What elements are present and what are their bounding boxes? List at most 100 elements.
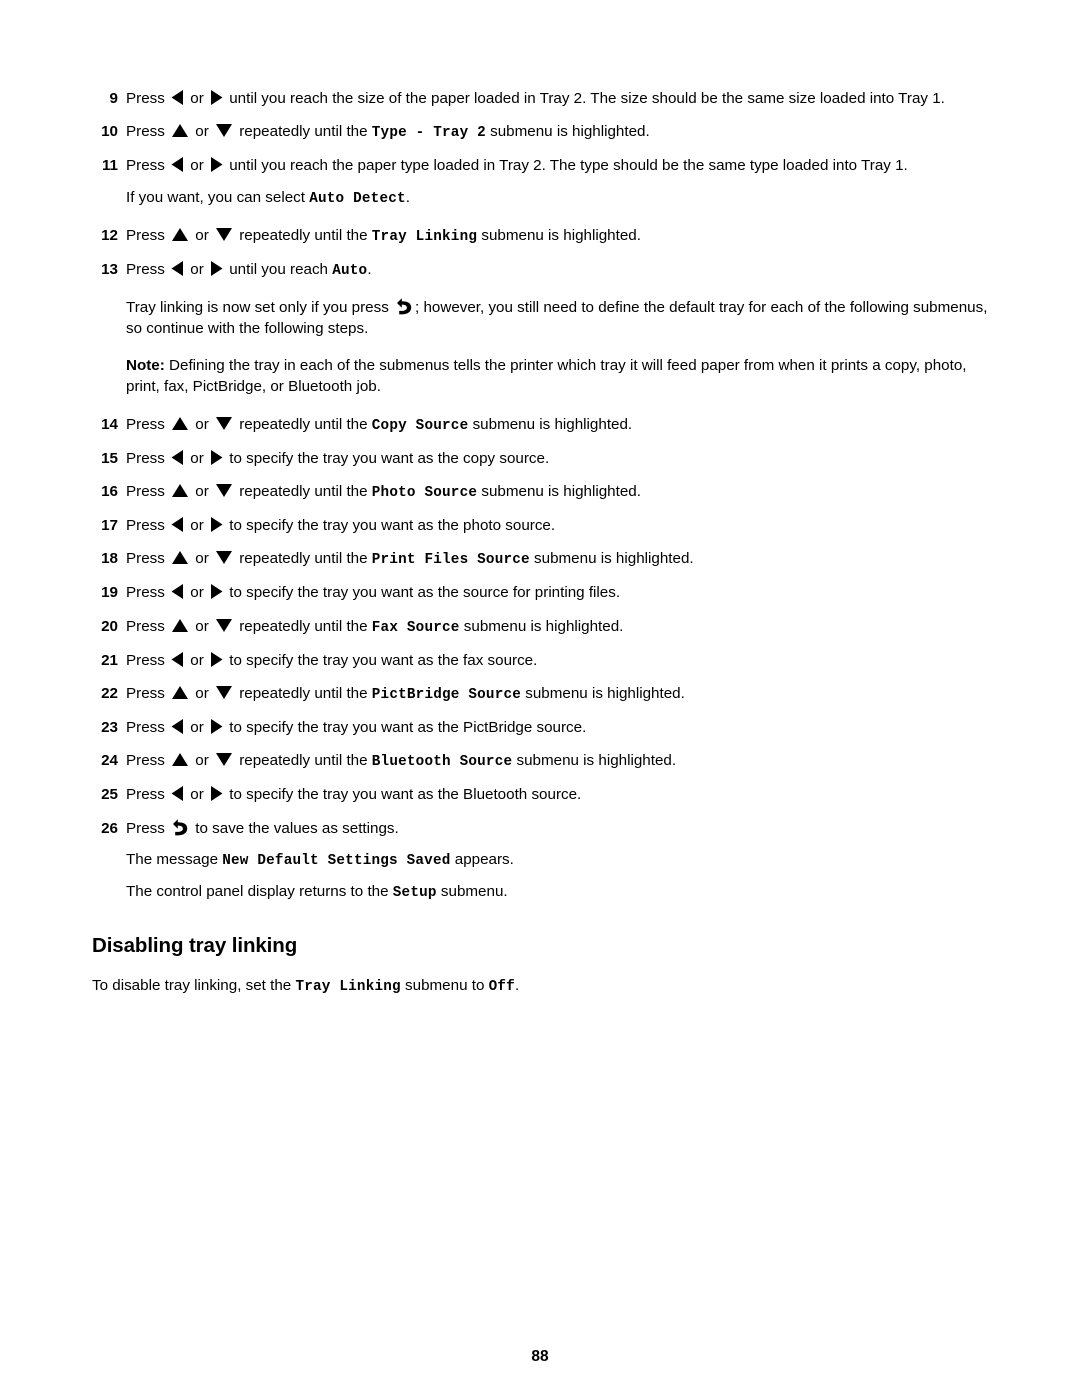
- right-arrow-icon: [209, 155, 224, 174]
- step-text-part: submenu is highlighted.: [468, 415, 633, 433]
- step-text-part: to specify the tray you want as the phot…: [225, 517, 556, 535]
- step-text-part: .: [367, 260, 372, 278]
- up-arrow-icon: [171, 481, 189, 500]
- step-text-part: to specify the tray you want as the Blue…: [225, 786, 582, 804]
- paragraph-text-part: The control panel display returns to the: [126, 882, 393, 900]
- step-item: 20 Press or repeatedly until the Fax Sour…: [92, 616, 998, 638]
- step-number: 22: [101, 684, 118, 702]
- page-number-footer: 88: [531, 1348, 549, 1365]
- up-arrow-icon: [171, 225, 189, 244]
- paragraph-text-part: To disable tray linking, set the: [92, 977, 296, 995]
- down-arrow-icon: [215, 548, 233, 567]
- step-number: 18: [101, 550, 118, 568]
- step-item: 13 Press or until you reach Auto.: [92, 259, 998, 281]
- left-arrow-icon: [170, 650, 185, 669]
- step-or-text: or: [186, 718, 208, 736]
- step-text-part: to specify the tray you want as the Pict…: [225, 718, 587, 736]
- up-arrow-icon: [171, 616, 189, 635]
- step-or-text: or: [186, 157, 208, 175]
- right-arrow-icon: [209, 448, 224, 467]
- step-item: 22 Press or repeatedly until the PictBrid…: [92, 683, 998, 705]
- paragraph-text-part: submenu to: [400, 977, 489, 995]
- step-number: 14: [101, 415, 118, 433]
- paragraph-text-part: .: [405, 188, 411, 206]
- auto-detect-paragraph: If you want, you can select Auto Detect.: [92, 187, 998, 209]
- step-text-part: Press: [126, 786, 170, 804]
- step-number: 12: [101, 226, 118, 244]
- step-text-part: Press: [126, 90, 170, 107]
- up-arrow-icon: [171, 548, 189, 567]
- left-arrow-icon: [170, 582, 185, 601]
- step-text-part: submenu is highlighted.: [459, 617, 624, 635]
- left-arrow-icon: [170, 784, 185, 803]
- step-text-part: Press: [126, 752, 170, 770]
- step-item: 11 Press or until you reach the paper typ…: [92, 155, 998, 176]
- step-text-part: Press: [126, 123, 170, 141]
- ui-string: PictBridge Source: [371, 686, 522, 703]
- control-panel-paragraph: The control panel display returns to the…: [92, 881, 998, 903]
- step-text-part: Press: [126, 617, 170, 635]
- ui-string: Tray Linking: [371, 228, 478, 245]
- step-item: 15 Press or to specify the tray you want …: [92, 448, 998, 469]
- step-or-text: or: [186, 517, 208, 535]
- right-arrow-icon: [209, 88, 224, 107]
- section-heading-block: Disabling tray linking To disable tray l…: [92, 933, 998, 998]
- step-or-text: or: [186, 449, 208, 467]
- step-text-part: repeatedly until the: [235, 684, 372, 702]
- step-item: 19 Press or to specify the tray you want …: [92, 582, 998, 603]
- step-or-text: or: [191, 684, 213, 702]
- step-item: 25 Press or to specify the tray you want …: [92, 784, 998, 805]
- right-arrow-icon: [209, 515, 224, 534]
- step-item: 17 Press or to specify the tray you want …: [92, 515, 998, 536]
- note-label: Note:: [126, 357, 165, 375]
- paragraph-text-part: The message: [126, 850, 223, 868]
- right-arrow-icon: [209, 784, 224, 803]
- step-text-part: Press: [126, 415, 170, 433]
- step-number: 10: [101, 123, 118, 141]
- step-number: 20: [101, 617, 118, 635]
- step-item: 12 Press or repeatedly until the Tray Lin…: [92, 225, 998, 247]
- step-or-text: or: [191, 483, 213, 501]
- step-number: 25: [101, 786, 118, 804]
- step-item: 21 Press or to specify the tray you want …: [92, 650, 998, 671]
- step-or-text: or: [191, 752, 213, 770]
- step-item: 26 Press to save the values as settings.: [92, 818, 998, 839]
- step-text-part: submenu is highlighted.: [477, 483, 641, 501]
- step-text-part: Press: [126, 449, 170, 467]
- right-arrow-icon: [209, 650, 224, 669]
- left-arrow-icon: [170, 448, 185, 467]
- ui-string: Auto Detect: [309, 190, 406, 207]
- down-arrow-icon: [215, 683, 233, 702]
- step-text-part: to specify the tray you want as the sour…: [225, 584, 621, 602]
- step-text-part: until you reach the paper type loaded in…: [225, 157, 908, 175]
- step-text-part: repeatedly until the: [235, 226, 372, 244]
- step-text-part: repeatedly until the: [235, 483, 372, 501]
- step-text-part: Press: [126, 718, 170, 736]
- right-arrow-icon: [209, 582, 224, 601]
- step-text-part: submenu is highlighted.: [477, 226, 641, 244]
- step-item: 10 Press or repeatedly until the Type - T…: [92, 121, 998, 143]
- step-item: 9 Press or until you reach the size of th…: [92, 88, 998, 109]
- paragraph-text-part: Tray linking is now set only if you pres…: [126, 298, 394, 316]
- step-item: 24 Press or repeatedly until the Bluetoot…: [92, 750, 998, 772]
- step-number: 15: [101, 449, 118, 467]
- step-text-part: Press: [126, 550, 170, 568]
- step-number: 16: [101, 483, 118, 501]
- step-item: 18 Press or repeatedly until the Print Fi…: [92, 548, 998, 570]
- ui-string: Copy Source: [371, 417, 469, 434]
- ui-string: New Default Settings Saved: [222, 852, 451, 869]
- step-or-text: or: [191, 550, 213, 568]
- step-text-part: to save the values as settings.: [191, 819, 399, 837]
- step-text-part: Press: [126, 226, 170, 244]
- step-text-part: Press: [126, 483, 170, 501]
- step-or-text: or: [191, 226, 213, 244]
- paragraph-text-part: submenu.: [436, 882, 508, 900]
- step-or-text: or: [186, 786, 208, 804]
- step-text-part: submenu is highlighted.: [529, 550, 694, 568]
- down-arrow-icon: [215, 616, 233, 635]
- step-text-part: repeatedly until the: [235, 123, 372, 141]
- step-text-part: repeatedly until the: [235, 415, 372, 433]
- step-number: 24: [101, 752, 118, 770]
- step-text-part: repeatedly until the: [235, 617, 372, 635]
- step-item: 23 Press or to specify the tray you want …: [92, 717, 998, 738]
